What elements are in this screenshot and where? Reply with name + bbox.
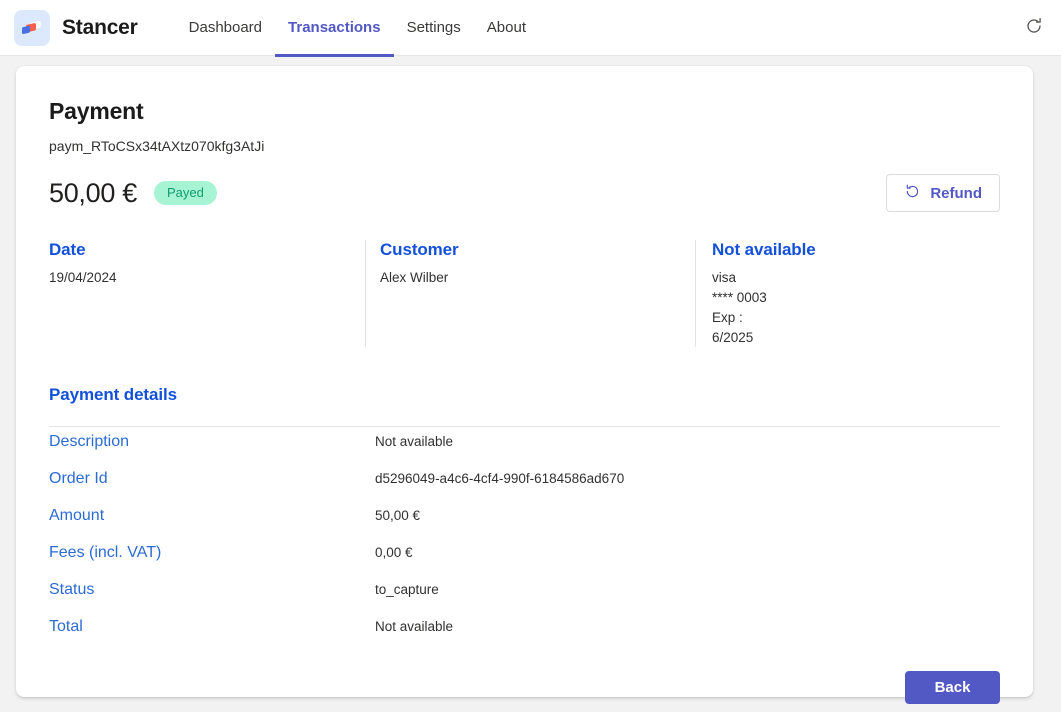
refund-undo-icon xyxy=(904,183,921,204)
amount-row: 50,00 € Payed Refund xyxy=(49,173,1000,213)
card-exp-label: Exp : xyxy=(712,310,743,325)
card-exp-value: 6/2025 xyxy=(712,330,754,345)
summary-column-customer: Customer Alex Wilber xyxy=(365,240,695,347)
refresh-button[interactable] xyxy=(1017,11,1051,45)
nav-item-settings[interactable]: Settings xyxy=(394,0,474,56)
payment-details-heading: Payment details xyxy=(49,385,177,404)
detail-label: Order Id xyxy=(49,470,108,487)
nav-item-dashboard[interactable]: Dashboard xyxy=(176,0,275,56)
card-brand: visa xyxy=(712,270,737,285)
detail-row-description: Description Not available xyxy=(49,433,1000,464)
detail-row-order-id: Order Id d5296049-a4c6-4cf4-990f-6184586… xyxy=(49,470,1000,501)
summary-column-card: Not available visa **** 0003 Exp : 6/202… xyxy=(695,240,1000,347)
detail-row-fees: Fees (incl. VAT) 0,00 € xyxy=(49,544,1000,575)
refund-button-label: Refund xyxy=(930,184,982,202)
top-navigation-bar: Stancer Dashboard Transactions Settings … xyxy=(0,0,1061,57)
card-heading: Not available xyxy=(712,240,816,259)
brand: Stancer xyxy=(14,9,138,46)
customer-heading: Customer xyxy=(380,240,459,259)
customer-name: Alex Wilber xyxy=(380,270,449,285)
details-divider xyxy=(49,426,1000,427)
detail-label: Description xyxy=(49,433,130,450)
payment-id: paym_RToCSx34tAXtz070kfg3AtJi xyxy=(49,138,265,154)
page-title: Payment xyxy=(49,98,144,124)
nav-item-transactions[interactable]: Transactions xyxy=(275,0,394,57)
stancer-cards-logo-icon xyxy=(14,9,50,46)
detail-row-status: Status to_capture xyxy=(49,581,1000,612)
brand-name: Stancer xyxy=(62,15,138,39)
main-nav: Dashboard Transactions Settings About xyxy=(176,0,539,57)
detail-label: Fees (incl. VAT) xyxy=(49,544,162,561)
payment-detail-card: Payment paym_RToCSx34tAXtz070kfg3AtJi 50… xyxy=(16,66,1033,704)
detail-value: 50,00 € xyxy=(375,508,421,523)
summary-columns: Date 19/04/2024 Customer Alex Wilber Not… xyxy=(49,240,1000,347)
detail-value: d5296049-a4c6-4cf4-990f-6184586ad670 xyxy=(375,471,625,486)
detail-label: Amount xyxy=(49,507,105,524)
detail-row-amount: Amount 50,00 € xyxy=(49,507,1000,538)
card-last4: **** 0003 xyxy=(712,290,767,305)
refund-button[interactable]: Refund xyxy=(886,174,1000,212)
payment-amount: 50,00 € xyxy=(49,177,137,208)
detail-row-total: Total Not available xyxy=(49,618,1000,649)
nav-item-about[interactable]: About xyxy=(474,0,539,56)
detail-value: Not available xyxy=(375,434,454,449)
card-footer-actions: Back xyxy=(49,671,1000,704)
detail-value: to_capture xyxy=(375,582,439,597)
detail-label: Total xyxy=(49,618,83,635)
summary-column-date: Date 19/04/2024 xyxy=(49,240,365,347)
back-button[interactable]: Back xyxy=(905,671,1000,704)
detail-value: Not available xyxy=(375,619,454,634)
date-heading: Date xyxy=(49,240,86,259)
detail-label: Status xyxy=(49,581,95,598)
status-badge: Payed xyxy=(153,181,217,205)
detail-value: 0,00 € xyxy=(375,545,413,560)
refresh-icon xyxy=(1024,16,1044,39)
date-value: 19/04/2024 xyxy=(49,270,117,285)
